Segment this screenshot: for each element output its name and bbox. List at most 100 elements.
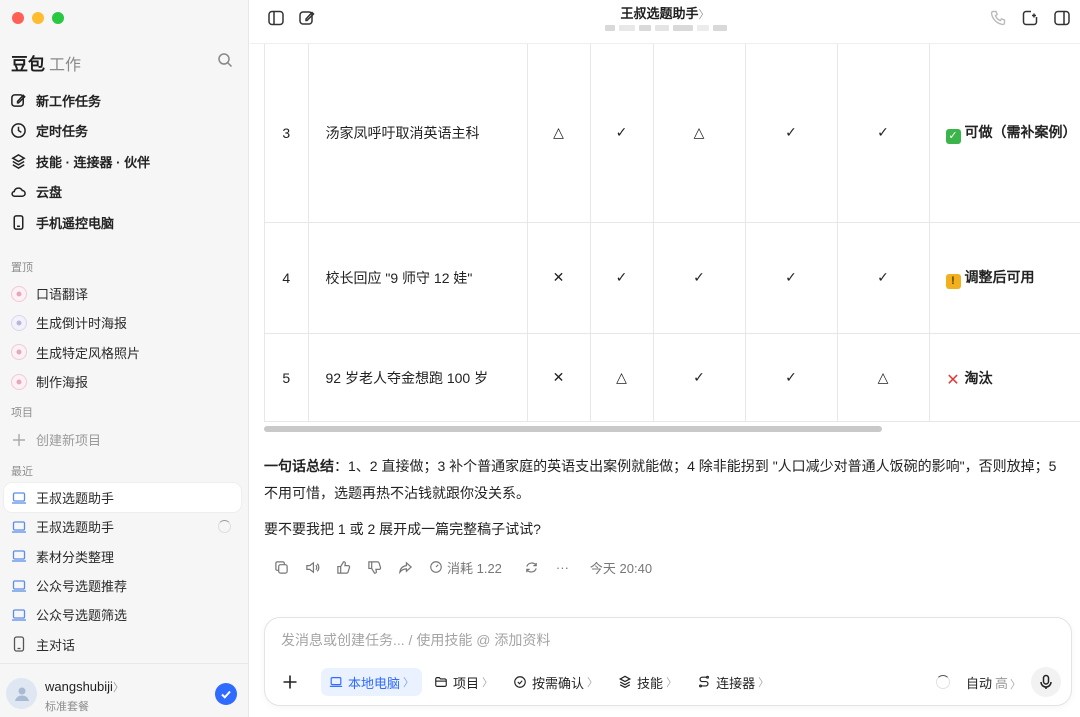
mode-selector[interactable]: 自动高〉	[966, 673, 1021, 692]
laptop-icon	[11, 578, 27, 594]
dislike-button[interactable]	[359, 558, 390, 576]
minimize-window-button[interactable]	[32, 12, 44, 24]
maximize-window-button[interactable]	[52, 12, 64, 24]
chip-label: 按需确认	[532, 675, 585, 691]
score-cell: ✕	[527, 333, 591, 421]
window-controls	[12, 12, 64, 24]
connector-icon	[699, 675, 710, 688]
recent-item[interactable]: 公众号选题推荐	[0, 571, 249, 600]
conversation-title[interactable]: 王叔选题助手〉	[250, 3, 1080, 22]
sidebar-nav: 新工作任务 定时任务 技能 · 连接器 · 伙伴 云盘 手机遥控电脑	[0, 85, 249, 238]
result-cell: ✓ 可做（需补案例）	[929, 44, 1080, 223]
like-button[interactable]	[328, 558, 359, 576]
message-timestamp: 今天 20:40	[589, 560, 653, 576]
recent-item[interactable]: 素材分类整理	[0, 542, 249, 571]
result-cell: ! 调整后可用	[929, 222, 1080, 334]
voice-input-button[interactable]	[1031, 667, 1061, 697]
brand-sub: 工作	[49, 57, 82, 74]
chat-bubble-icon	[11, 314, 27, 331]
subtitle-redacted	[605, 22, 727, 34]
stack-icon	[11, 153, 26, 169]
shield-check-icon	[514, 676, 526, 688]
recent-item[interactable]: 主对话	[0, 629, 249, 658]
result-text: 淘汰	[964, 369, 993, 386]
list-item-label: 王叔选题助手	[36, 520, 115, 536]
avatar[interactable]	[6, 678, 37, 709]
score-cell: ✓	[745, 222, 838, 334]
pinned-item[interactable]: 生成特定风格照片	[0, 338, 249, 367]
pinned-item[interactable]: 制作海报	[0, 367, 249, 396]
copy-button[interactable]	[266, 558, 297, 576]
summary-body: ：1、2 直接做；3 补个普通家庭的英语支出案例就能做；4 除非能拐到 "人口减…	[264, 458, 1057, 501]
verified-check-icon[interactable]	[215, 683, 237, 705]
projects-section-label: 项目	[11, 407, 33, 419]
nav-scheduled[interactable]: 定时任务	[0, 116, 249, 147]
cost-text: 消耗 1.22	[447, 560, 502, 576]
project-chip[interactable]: 项目〉	[426, 668, 501, 696]
pinned-item[interactable]: 口语翻译	[0, 279, 249, 308]
user-chevron-icon: 〉	[112, 682, 124, 694]
new-window-icon[interactable]	[1021, 9, 1039, 27]
side-panel-icon[interactable]	[1053, 9, 1071, 27]
chevron-right-icon: 〉	[587, 677, 599, 689]
chip-label: 连接器	[716, 675, 756, 691]
more-options-icon[interactable]: ···	[547, 558, 578, 576]
pinned-item[interactable]: 生成倒计时海报	[0, 308, 249, 337]
comparison-table[interactable]: 3 汤家凤呼吁取消英语主科 △ ✓ △ ✓ ✓ ✓ 可做（需补案例） 4 校长回应…	[264, 44, 1080, 422]
chip-label: 技能	[637, 675, 664, 691]
phone-call-icon[interactable]	[989, 9, 1007, 27]
nav-skills[interactable]: 技能 · 连接器 · 伙伴	[0, 146, 249, 177]
table-row: 4 校长回应 "9 师守 12 娃" ✕ ✓ ✓ ✓ ✓ ! 调整后可用	[265, 222, 1080, 334]
table-row: 3 汤家凤呼吁取消英语主科 △ ✓ △ ✓ ✓ ✓ 可做（需补案例）	[265, 44, 1080, 223]
phone-icon	[11, 636, 27, 652]
list-item-label: 素材分类整理	[36, 549, 115, 565]
skills-chip[interactable]: 技能〉	[610, 668, 685, 696]
nav-phone-remote[interactable]: 手机遥控电脑	[0, 207, 249, 238]
read-aloud-button[interactable]	[297, 558, 328, 576]
nav-cloud[interactable]: 云盘	[0, 177, 249, 208]
message-input[interactable]	[281, 632, 981, 648]
score-cell: ✓	[590, 44, 654, 223]
warning-icon: !	[945, 273, 961, 289]
user-plan: 标准套餐	[45, 701, 89, 713]
list-item-label: 公众号选题推荐	[36, 579, 128, 595]
thumbs-up-icon	[337, 560, 351, 574]
mode-label: 自动	[965, 675, 992, 691]
close-window-button[interactable]	[12, 12, 24, 24]
recent-item[interactable]: 王叔选题助手	[0, 512, 249, 541]
cost-indicator: 消耗 1.22	[429, 558, 502, 577]
row-number: 5	[265, 333, 309, 421]
recent-section-label: 最近	[11, 466, 33, 478]
thumbs-down-icon	[368, 560, 382, 574]
local-computer-chip[interactable]: 本地电脑〉	[321, 668, 423, 696]
user-profile[interactable]: wangshubiji〉 标准套餐	[0, 663, 249, 717]
share-button[interactable]	[390, 558, 421, 576]
nav-new-task[interactable]: 新工作任务	[0, 85, 249, 116]
copy-icon	[275, 560, 288, 574]
pinned-section-label: 置顶	[11, 262, 33, 274]
table-row: 5 92 岁老人夺金想跑 100 岁 ✕ △ ✓ ✓ △ ✕ 淘汰	[265, 333, 1080, 421]
recent-item[interactable]: 公众号选题筛选	[0, 600, 249, 629]
main-panel: 王叔选题助手〉 3 汤家凤呼吁取消英语主科 △ ✓ △ ✓ ✓ ✓ 可做（需补案例…	[250, 0, 1080, 717]
table-horizontal-scrollbar[interactable]	[264, 426, 882, 432]
user-icon	[14, 687, 29, 701]
score-cell: ✕	[527, 222, 591, 334]
recent-item-active[interactable]: 王叔选题助手	[4, 483, 241, 513]
pinned-list: 口语翻译 生成倒计时海报 生成特定风格照片 制作海报	[0, 279, 249, 396]
nav-label: 定时任务	[36, 124, 89, 140]
share-icon	[399, 560, 413, 574]
confirm-mode-chip[interactable]: 按需确认〉	[505, 668, 606, 696]
score-cell: △	[590, 333, 654, 421]
score-cell: ✓	[745, 333, 838, 421]
refresh-icon	[526, 561, 537, 573]
user-name-text: wangshubiji	[45, 679, 113, 694]
loading-spinner-icon	[218, 520, 231, 534]
connector-chip[interactable]: 连接器〉	[689, 668, 777, 696]
title-text: 王叔选题助手	[620, 6, 699, 21]
regenerate-button[interactable]	[516, 558, 547, 576]
add-attachment-button[interactable]	[277, 669, 303, 695]
result-text: 可做（需补案例）	[964, 123, 1077, 140]
score-cell: △	[837, 333, 930, 421]
create-project-button[interactable]: 创建新项目	[0, 425, 249, 454]
search-icon[interactable]	[217, 52, 233, 68]
